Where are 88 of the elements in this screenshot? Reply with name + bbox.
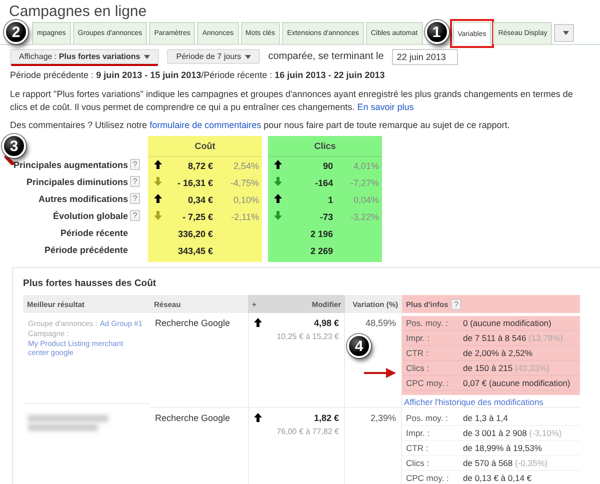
percent-change: 0,04% xyxy=(352,194,379,204)
blurred-text xyxy=(28,424,98,431)
metric-value: de 570 à 568 (-0,35%) xyxy=(463,458,549,468)
percent-change: -4,75% xyxy=(229,178,259,188)
summary-value: - 7,25 € xyxy=(181,212,213,222)
metric-label: Impr. : xyxy=(406,428,431,438)
percent-change: 0,10% xyxy=(232,194,259,204)
step-number-badge: 1 xyxy=(424,20,449,44)
summary-value: 343,45 € xyxy=(176,246,213,256)
feedback-text: Des commentaires ? Utilisez notre formulaire de commentaires pour nous faire part de toute remarque au sujet de ce rapport. xyxy=(9,119,511,132)
view-dropdown[interactable]: Affichage : Plus fortes variations xyxy=(10,49,160,64)
caret-icon xyxy=(144,54,150,58)
metric-label: Pos. moy. : xyxy=(406,413,449,423)
step-number-badge: 4 xyxy=(347,334,371,358)
step-number-badge: 3 xyxy=(2,134,26,158)
summary-value: 2 196 xyxy=(309,228,333,238)
metric-delta: (13,78%) xyxy=(528,333,564,343)
metric-value: de 18,99% à 19,53% xyxy=(463,443,543,453)
metric-label: CTR : xyxy=(406,348,430,358)
summary-value: -73 xyxy=(318,212,333,222)
caret-icon xyxy=(563,31,570,35)
row-label: Autres modifications xyxy=(38,194,128,204)
pointer-arrow-icon xyxy=(4,155,14,165)
column-header: Coût xyxy=(148,136,262,157)
metric-value: de 150 à 215 (43,33%) xyxy=(463,363,550,373)
help-icon[interactable]: ? xyxy=(451,298,462,310)
period-dropdown[interactable]: Période de 7 jours xyxy=(167,49,260,64)
more-tabs-button[interactable] xyxy=(554,24,574,42)
metric-value: de 2,00% à 2,52% xyxy=(463,348,534,358)
cost-change: 4,98 € xyxy=(312,318,339,329)
panel-title: Plus fortes hausses des Coût xyxy=(23,278,158,289)
help-icon[interactable]: ? xyxy=(130,176,140,187)
help-icon[interactable]: ? xyxy=(130,193,140,204)
metric-label: CPC moy. : xyxy=(406,473,450,483)
description-text: Le rapport "Plus fortes variations" indique les campagnes et groupes d'annonces ayant enregistré les plus grands changements en termes de clics et de coût. Il vous permet de comprendre ce qui a pu entraîner ces changements. En savoir plus xyxy=(9,88,574,114)
summary-value: 1 xyxy=(326,194,333,204)
learn-more-link[interactable]: En savoir plus xyxy=(357,102,414,112)
metric-value: 0 (aucune modification) xyxy=(463,318,552,328)
metric-label: Clics : xyxy=(406,363,430,373)
network-name: Recherche Google xyxy=(155,413,230,423)
row-label: Période récente xyxy=(60,228,128,238)
cost-range: 10,25 € à 15,23 € xyxy=(276,332,339,341)
row-label: Période précédente xyxy=(44,244,128,254)
summary-value: 336,20 € xyxy=(176,228,213,238)
percent-change: 2,54% xyxy=(232,160,259,170)
network-name: Recherche Google xyxy=(155,318,230,328)
percent-change: -7,27% xyxy=(349,178,379,188)
metric-value: 0,07 € (aucune modification) xyxy=(463,378,572,388)
summary-value: -164 xyxy=(314,178,333,188)
row-label: Principales augmentations xyxy=(13,160,128,170)
metric-label: CTR : xyxy=(406,443,430,453)
feedback-form-link[interactable]: formulaire de commentaires xyxy=(150,120,262,130)
page-title: Campagnes en ligne xyxy=(8,2,148,22)
summary-value: 8,72 € xyxy=(186,160,213,170)
metric-delta: (-3,10%) xyxy=(529,428,562,438)
metric-label: Clics : xyxy=(406,458,430,468)
summary-value: - 16,31 € xyxy=(176,178,213,188)
period-text: Période précédente : 9 juin 2013 - 15 juin 2013/Période récente : 16 juin 2013 - 22 juin 2013 xyxy=(9,69,386,82)
percent-change: 4,01% xyxy=(352,160,379,170)
variation-value: 48,59% xyxy=(365,318,396,328)
metric-value: de 7 511 à 8 546 (13,78%) xyxy=(463,333,564,343)
compare-label: comparée, se terminant le xyxy=(268,51,384,62)
variation-value: 2,39% xyxy=(370,413,396,423)
percent-change: -2,11% xyxy=(230,212,259,222)
row-label: Principales diminutions xyxy=(26,176,128,186)
summary-value: 2 269 xyxy=(309,246,333,256)
metric-delta: (43,33%) xyxy=(515,363,550,373)
caret-icon xyxy=(245,54,252,58)
metric-delta: (-0,35%) xyxy=(515,458,548,468)
percent-change: -3,22% xyxy=(349,212,379,222)
pointer-arrow-icon xyxy=(364,368,396,378)
metric-label: CPC moy. : xyxy=(406,378,450,388)
metric-label: Pos. moy. : xyxy=(406,318,449,328)
row-label: Évolution globale xyxy=(52,210,128,220)
help-icon[interactable]: ? xyxy=(130,210,140,221)
date-field[interactable]: 22 juin 2013 xyxy=(392,48,458,64)
cost-change: 1,82 € xyxy=(312,413,339,424)
metric-value: de 0,13 € à 0,14 € xyxy=(463,473,533,483)
cost-range: 76,00 € à 77,82 € xyxy=(276,427,339,436)
summary-value: 90 xyxy=(322,160,333,170)
summary-value: 0,34 € xyxy=(186,194,213,204)
metric-value: de 3 001 à 2 908 (-3,10%) xyxy=(463,428,563,438)
metric-label: Impr. : xyxy=(406,333,431,343)
history-link[interactable]: Afficher l'historique des modifications xyxy=(402,395,580,407)
step-number-badge: 2 xyxy=(4,20,28,44)
help-icon[interactable]: ? xyxy=(130,159,140,170)
metric-value: de 1,3 à 1,4 xyxy=(463,413,509,423)
column-header: Clics xyxy=(268,136,382,157)
